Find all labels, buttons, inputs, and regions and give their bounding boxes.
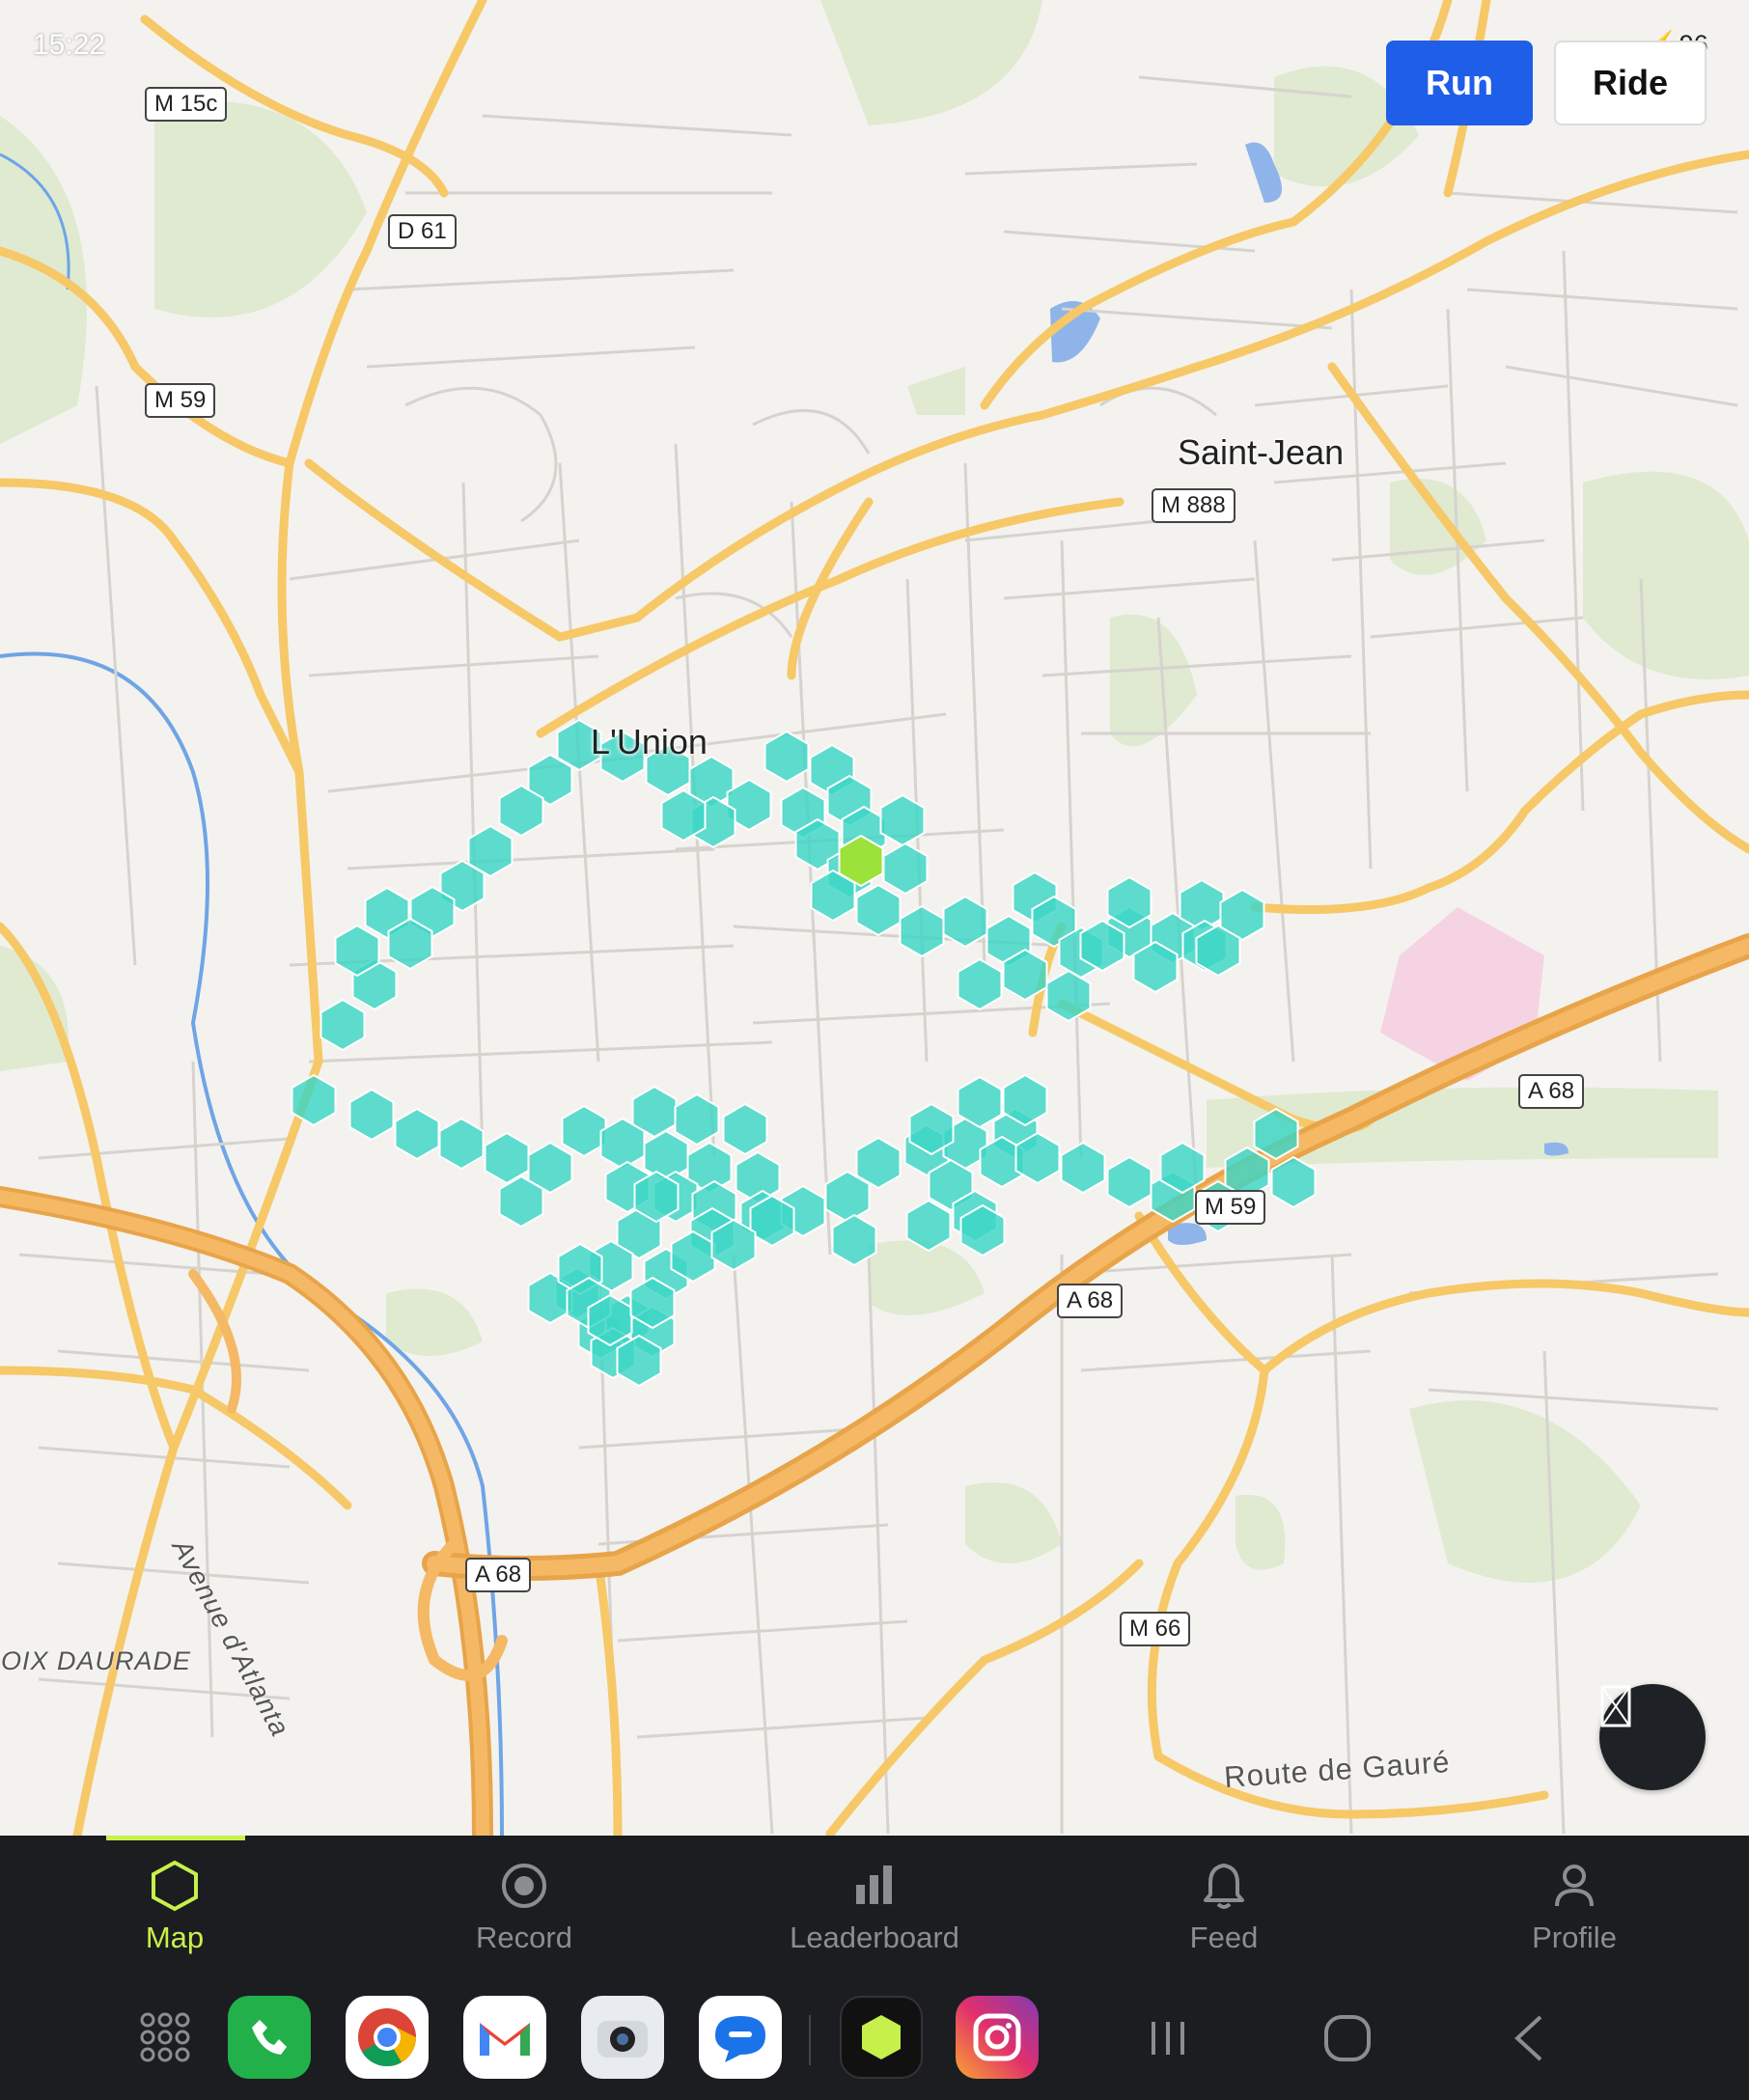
nav-label: Leaderboard	[790, 1920, 959, 1954]
camera-app[interactable]	[581, 1996, 664, 2079]
hex-tile[interactable]	[348, 1088, 395, 1142]
road-shield: M 59	[1195, 1190, 1266, 1225]
gmail-icon	[480, 2023, 530, 2056]
hex-tile[interactable]	[394, 1107, 440, 1161]
run-mode-button[interactable]: Run	[1386, 41, 1533, 125]
map-canvas	[0, 0, 1749, 1836]
road-shield: M 15c	[145, 87, 228, 122]
hex-tile[interactable]	[561, 1104, 607, 1158]
nav-label: Profile	[1532, 1920, 1617, 1954]
nav-tab-feed[interactable]: Feed	[1103, 1836, 1345, 1980]
hex-app[interactable]	[840, 1996, 923, 2079]
hex-tile[interactable]	[855, 883, 902, 937]
recents-button[interactable]	[1139, 2009, 1197, 2067]
road-shield: A 68	[465, 1558, 532, 1592]
place-label-lunion: L'Union	[591, 722, 708, 761]
system-dock	[0, 1980, 1749, 2100]
map-layers-button[interactable]	[1599, 1684, 1706, 1790]
apps-grid-button[interactable]	[124, 1996, 207, 2079]
hex-tile[interactable]	[438, 1117, 485, 1171]
back-icon	[1514, 2015, 1542, 2061]
road-shield: A 68	[1057, 1284, 1124, 1318]
place-label-saint-jean: Saint-Jean	[1178, 432, 1345, 472]
hex-tile[interactable]	[763, 730, 810, 784]
nav-tab-leaderboard[interactable]: Leaderboard	[754, 1836, 995, 1980]
messages-icon	[715, 2016, 765, 2062]
chrome-app[interactable]	[346, 1996, 429, 2079]
camera-icon	[597, 2021, 648, 2058]
road-shield: M 888	[1152, 488, 1235, 523]
nav-tab-map[interactable]: Map	[54, 1836, 295, 1980]
road-shield: M 66	[1120, 1612, 1191, 1646]
record-icon	[502, 1864, 546, 1908]
nav-label: Map	[145, 1920, 205, 1954]
phone-app[interactable]	[228, 1996, 311, 2079]
dock-divider	[809, 2015, 811, 2065]
hex-tile[interactable]	[1060, 1141, 1106, 1195]
phone-icon	[252, 2020, 287, 2055]
road-shield: D 61	[388, 214, 457, 249]
road-shield: M 59	[145, 383, 216, 418]
messages-app[interactable]	[699, 1996, 782, 2079]
nav-label: Feed	[1189, 1920, 1259, 1954]
recents-icon	[1152, 2022, 1184, 2055]
chrome-icon	[358, 2008, 416, 2067]
hex-app-icon	[862, 2015, 901, 2059]
home-icon	[1324, 2015, 1371, 2061]
hex-tile[interactable]	[1106, 1155, 1152, 1209]
ride-mode-button[interactable]: Ride	[1554, 41, 1707, 125]
bar-chart-icon	[856, 1865, 892, 1904]
road-shield: A 68	[1518, 1074, 1585, 1109]
map-view[interactable]: M 15c D 61 M 59 M 888 A 68 A 68 A 68 M 5…	[0, 0, 1749, 1836]
instagram-icon	[973, 2013, 1021, 2061]
nav-tab-record[interactable]: Record	[403, 1836, 645, 1980]
instagram-app[interactable]	[956, 1996, 1039, 2079]
gmail-app[interactable]	[463, 1996, 546, 2079]
home-button[interactable]	[1319, 2009, 1376, 2067]
back-button[interactable]	[1500, 2009, 1558, 2067]
bottom-navigation: Map Record Leaderboard Feed Profile	[0, 1836, 1749, 1980]
bell-icon	[1204, 1864, 1244, 1909]
nav-tab-profile[interactable]: Profile	[1454, 1836, 1695, 1980]
hexagon-icon	[152, 1860, 198, 1912]
layers-icon	[1600, 1685, 1631, 1727]
hex-tile[interactable]	[319, 998, 366, 1052]
apps-grid-icon	[140, 2012, 190, 2062]
hex-tile[interactable]	[899, 904, 945, 958]
nav-label: Record	[476, 1920, 572, 1954]
hex-tile[interactable]	[957, 957, 1003, 1011]
hex-tile[interactable]	[484, 1131, 530, 1185]
place-label-croix-daurade: CROIX DAURADE	[0, 1646, 192, 1675]
person-icon	[1555, 1865, 1594, 1907]
status-time: 15:22	[33, 29, 106, 61]
hex-tile[interactable]	[722, 1102, 768, 1156]
